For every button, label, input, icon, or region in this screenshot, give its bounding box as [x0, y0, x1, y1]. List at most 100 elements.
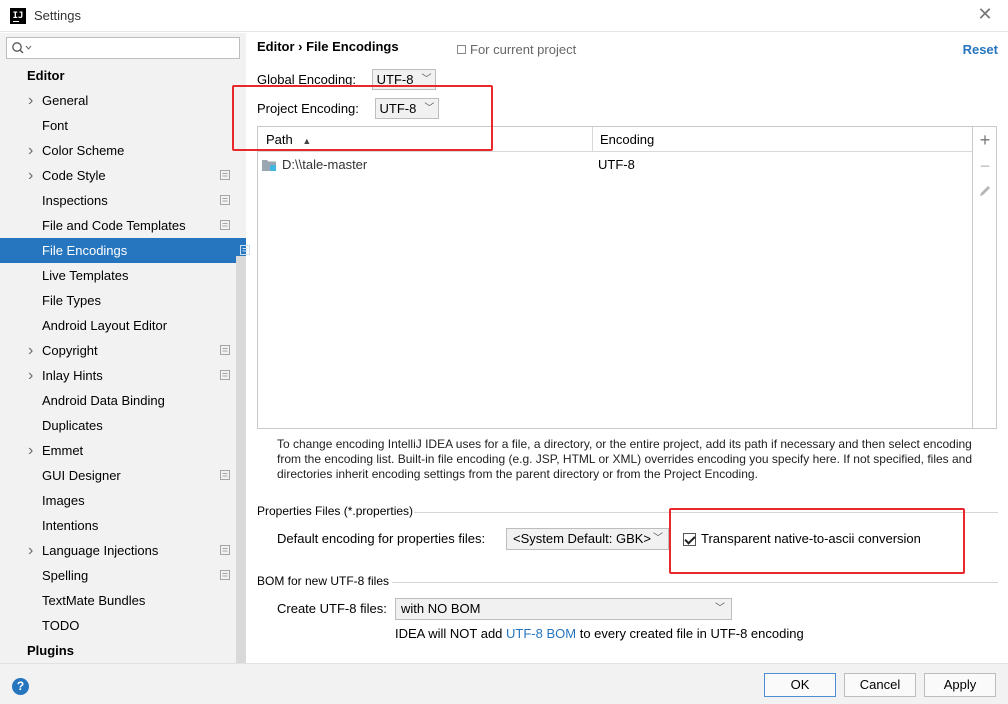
cancel-button[interactable]: Cancel	[844, 673, 916, 697]
properties-encoding-select[interactable]: <System Default: GBK> ﹀	[506, 528, 669, 550]
table-row[interactable]: D:\\tale-master UTF-8	[258, 153, 972, 177]
sidebar-item-gui-designer[interactable]: GUI Designer	[0, 463, 236, 488]
sidebar-item-label: Emmet	[42, 443, 84, 458]
sidebar-item-color-scheme[interactable]: › Color Scheme	[0, 138, 236, 163]
chevron-down-icon: ﹀	[715, 603, 725, 614]
bom-select-value: with NO BOM	[401, 601, 481, 616]
bom-select[interactable]: with NO BOM ﹀	[395, 598, 732, 620]
scope-note-label: For current project	[470, 42, 577, 57]
sidebar-item-copyright[interactable]: › Copyright	[0, 338, 236, 363]
sidebar-item-android-data-binding[interactable]: Android Data Binding	[0, 388, 236, 413]
sidebar-item-label: Language Injections	[42, 543, 159, 558]
properties-encoding-value: <System Default: GBK>	[513, 531, 652, 546]
sidebar-item-label: Intentions	[42, 518, 99, 533]
chevron-right-icon[interactable]: ›	[28, 538, 33, 563]
sidebar-item-label: File Encodings	[42, 243, 128, 258]
sidebar-item-label: Color Scheme	[42, 143, 125, 158]
sidebar-item-label: Duplicates	[42, 418, 103, 433]
project-level-icon	[220, 170, 230, 180]
breadcrumb: Editor › File Encodings	[257, 39, 399, 54]
remove-icon[interactable]: −	[976, 157, 994, 175]
properties-section-label: Properties Files (*.properties)	[257, 504, 414, 518]
help-icon[interactable]: ?	[12, 678, 29, 695]
sidebar-item-file-types[interactable]: File Types	[0, 288, 236, 313]
row-encoding[interactable]: UTF-8	[598, 153, 635, 177]
sidebar-item-label: Editor	[27, 68, 65, 83]
sidebar-item-language-injections[interactable]: › Language Injections	[0, 538, 236, 563]
sidebar-item-android-layout-editor[interactable]: Android Layout Editor	[0, 313, 236, 338]
settings-tree: Editor › General Font › Color Scheme › Code Sty…	[0, 63, 250, 663]
close-icon[interactable]: ✕	[976, 5, 994, 23]
sidebar-item-todo[interactable]: TODO	[0, 613, 236, 638]
sidebar-item-textmate-bundles[interactable]: TextMate Bundles	[0, 588, 236, 613]
sidebar-item-label: TextMate Bundles	[42, 593, 146, 608]
project-level-icon	[220, 545, 230, 555]
sidebar-item-inspections[interactable]: Inspections	[0, 188, 236, 213]
sidebar-item-file-and-code-templates[interactable]: File and Code Templates	[0, 213, 236, 238]
project-level-icon	[220, 345, 230, 355]
sidebar-item-label: Code Style	[42, 168, 106, 183]
sidebar-item-label: TODO	[42, 618, 80, 633]
create-utf8-label: Create UTF-8 files:	[277, 601, 387, 616]
apply-button[interactable]: Apply	[924, 673, 996, 697]
sidebar-item-general[interactable]: › General	[0, 88, 236, 113]
sidebar-item-label: Font	[42, 118, 69, 133]
sidebar-item-images[interactable]: Images	[0, 488, 236, 513]
sidebar-item-label: File and Code Templates	[42, 218, 186, 233]
sidebar-item-editor[interactable]: Editor	[0, 63, 236, 88]
project-level-icon	[220, 220, 230, 230]
sidebar-item-label: Plugins	[27, 643, 74, 658]
dialog-footer: ? OK Cancel Apply	[0, 663, 1008, 704]
project-level-icon	[220, 470, 230, 480]
project-level-icon	[220, 195, 230, 205]
column-divider[interactable]	[592, 127, 593, 152]
column-header-encoding[interactable]: Encoding	[600, 127, 654, 152]
search-icon	[12, 42, 32, 54]
row-path: D:\\tale-master	[282, 157, 368, 172]
project-level-icon	[220, 570, 230, 580]
project-encoding-highlight	[232, 85, 493, 151]
chevron-down-icon: ﹀	[653, 533, 663, 544]
chevron-right-icon[interactable]: ›	[28, 338, 33, 363]
sidebar-item-label: Android Layout Editor	[42, 318, 168, 333]
utf8-bom-link[interactable]: UTF-8 BOM	[506, 626, 576, 641]
sidebar-item-spelling[interactable]: Spelling	[0, 563, 236, 588]
bom-section-divider	[392, 582, 998, 583]
sidebar-item-font[interactable]: Font	[0, 113, 236, 138]
module-folder-icon	[262, 160, 276, 171]
ok-button[interactable]: OK	[764, 673, 836, 697]
settings-search-input[interactable]	[6, 37, 240, 59]
chevron-right-icon[interactable]: ›	[28, 163, 33, 188]
add-icon[interactable]: +	[976, 131, 994, 149]
chevron-right-icon[interactable]: ›	[28, 363, 33, 388]
sidebar-scrollbar[interactable]	[236, 256, 246, 663]
bom-note-prefix: IDEA will NOT add	[395, 626, 507, 641]
sidebar-item-label: Android Data Binding	[42, 393, 165, 408]
sidebar-item-duplicates[interactable]: Duplicates	[0, 413, 236, 438]
sidebar-item-code-style[interactable]: › Code Style	[0, 163, 236, 188]
sidebar-item-inlay-hints[interactable]: › Inlay Hints	[0, 363, 236, 388]
bom-note-suffix: to every created file in UTF-8 encoding	[576, 626, 804, 641]
table-toolbar: + −	[973, 126, 997, 429]
sidebar-item-label: GUI Designer	[42, 468, 121, 483]
sidebar-item-emmet[interactable]: › Emmet	[0, 438, 236, 463]
reset-link[interactable]: Reset	[963, 42, 998, 57]
chevron-right-icon[interactable]: ›	[28, 138, 33, 163]
sidebar-item-live-templates[interactable]: Live Templates	[0, 263, 236, 288]
edit-pencil-icon[interactable]	[976, 183, 994, 201]
sidebar-item-plugins[interactable]: Plugins	[0, 638, 236, 663]
window-title: Settings	[34, 8, 81, 23]
chevron-right-icon[interactable]: ›	[28, 438, 33, 463]
project-level-icon	[220, 370, 230, 380]
scope-note: For current project	[457, 42, 576, 57]
sidebar-item-file-encodings[interactable]: File Encodings	[0, 238, 250, 263]
chevron-right-icon[interactable]: ›	[28, 88, 33, 113]
transparent-conversion-highlight	[669, 508, 965, 574]
intellij-app-icon: IJ	[10, 8, 26, 24]
sidebar-item-label: Images	[42, 493, 85, 508]
sidebar-item-label: Live Templates	[42, 268, 129, 283]
project-scope-icon	[457, 45, 466, 54]
sidebar-item-label: General	[42, 93, 89, 108]
sidebar-item-intentions[interactable]: Intentions	[0, 513, 236, 538]
title-bar: IJ Settings ✕	[0, 0, 1008, 32]
